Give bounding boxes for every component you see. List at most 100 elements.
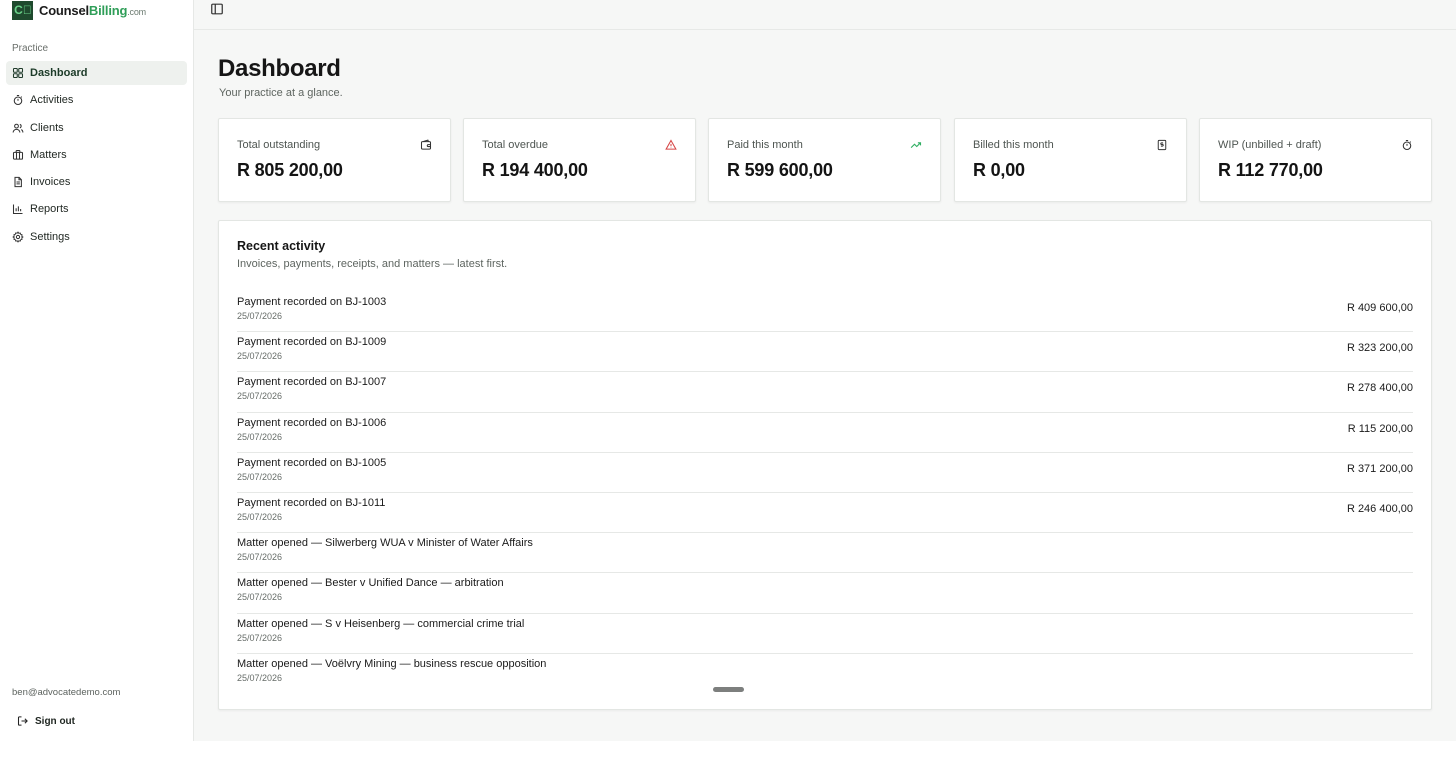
activity-amount: R 278 400,00 [1346, 382, 1413, 395]
log-out-icon [17, 716, 28, 726]
stat-card-total-overdue[interactable]: Total overdue R 194 400,00 [463, 118, 696, 202]
sidebar-item-label: Matters [30, 148, 67, 161]
sidebar-item-settings[interactable]: Settings [6, 225, 187, 249]
activity-title: Matter opened — Voëlvry Mining — busines… [237, 657, 547, 670]
recent-activity-subtitle: Invoices, payments, receipts, and matter… [237, 258, 508, 270]
activity-date: 25/07/2026 [237, 511, 283, 522]
sidebar-item-matters[interactable]: Matters [6, 143, 187, 167]
sidebar-item-label: Dashboard [30, 67, 88, 79]
activity-title: Matter opened — Silwerberg WUA v Ministe… [237, 537, 533, 550]
document-icon [14, 177, 22, 188]
brand-logo[interactable]: C⃫ CounselBilling.com [12, 0, 146, 20]
brand-name-part1: Counsel [39, 2, 89, 18]
stat-value: R 0,00 [973, 160, 1025, 180]
activity-amount: R 409 600,00 [1346, 302, 1413, 314]
sidebar-item-clients[interactable]: Clients [6, 116, 187, 140]
sidebar-nav: Dashboard Activities Clients Matters Inv… [6, 61, 187, 252]
page-title: Dashboard [218, 55, 341, 82]
stat-value: R 805 200,00 [237, 160, 343, 180]
activity-row[interactable]: Matter opened — Bester v Unified Dance —… [237, 573, 1413, 614]
stat-value: R 112 770,00 [1218, 160, 1323, 180]
activity-title: Payment recorded on BJ-1011 [237, 496, 386, 509]
stat-label: Paid this month [727, 139, 803, 151]
stat-card-total-outstanding[interactable]: Total outstanding R 805 200,00 [218, 118, 451, 202]
activity-date: 25/07/2026 [237, 672, 283, 683]
stat-value: R 599 600,00 [727, 160, 833, 180]
activity-amount: R 323 200,00 [1346, 342, 1413, 355]
activity-title: Payment recorded on BJ-1006 [237, 416, 387, 429]
activity-date: 25/07/2026 [237, 592, 283, 603]
stopwatch-icon [1402, 139, 1412, 151]
sidebar-item-label: Activities [30, 94, 74, 107]
user-email: ben@advocatedemo.com [12, 687, 121, 698]
sidebar-toggle-icon[interactable] [210, 2, 224, 16]
sidebar-item-invoices[interactable]: Invoices [6, 170, 187, 194]
activity-row[interactable]: Payment recorded on BJ-1006 25/07/2026 R… [237, 413, 1413, 453]
sidebar-item-label: Clients [30, 121, 64, 134]
activity-title: Matter opened — Bester v Unified Dance —… [237, 577, 504, 590]
stat-card-paid-this-month[interactable]: Paid this month R 599 600,00 [708, 118, 941, 202]
sidebar-item-label: Invoices [30, 176, 71, 189]
activity-date: 25/07/2026 [237, 351, 283, 362]
scroll-handle[interactable] [713, 687, 744, 692]
sign-out-button[interactable]: Sign out [12, 710, 80, 732]
sign-out-label: Sign out [35, 715, 75, 727]
sidebar-item-activities[interactable]: Activities [6, 88, 187, 112]
activity-date: 25/07/2026 [237, 552, 283, 563]
logo-mark: C⃫ [12, 0, 33, 20]
sidebar-item-reports[interactable]: Reports [6, 197, 187, 221]
page-subtitle: Your practice at a glance. [219, 87, 343, 99]
activity-date: 25/07/2026 [237, 632, 283, 643]
top-bar [194, 0, 1456, 30]
activity-row[interactable]: Payment recorded on BJ-1003 25/07/2026 R… [237, 292, 1413, 333]
warning-triangle-icon [665, 139, 677, 150]
activity-amount: R 371 200,00 [1346, 462, 1413, 475]
activity-title: Payment recorded on BJ-1007 [237, 376, 387, 389]
stat-card-wip[interactable]: WIP (unbilled + draft) R 112 770,00 [1199, 118, 1432, 202]
activity-date: 25/07/2026 [237, 431, 283, 442]
sidebar: C⃫ CounselBilling.com Practice Dashboard… [0, 0, 194, 741]
sidebar-item-label: Reports [30, 203, 69, 216]
gear-icon [12, 231, 24, 243]
trending-up-icon [910, 142, 922, 149]
activity-row[interactable]: Payment recorded on BJ-1011 25/07/2026 R… [237, 493, 1413, 534]
activity-row[interactable]: Payment recorded on BJ-1009 25/07/2026 R… [237, 332, 1413, 373]
activity-row[interactable]: Payment recorded on BJ-1007 25/07/2026 R… [237, 372, 1413, 413]
activity-amount: R 246 400,00 [1346, 502, 1413, 515]
users-icon [12, 123, 24, 133]
activity-amount: R 115 200,00 [1347, 422, 1413, 435]
sidebar-item-dashboard[interactable]: Dashboard [6, 61, 187, 85]
main-content: Dashboard Your practice at a glance. Tot… [194, 0, 1456, 741]
activity-title: Payment recorded on BJ-1003 [237, 296, 387, 308]
activity-row[interactable]: Matter opened — Silwerberg WUA v Ministe… [237, 533, 1413, 574]
stat-value: R 194 400,00 [482, 160, 588, 180]
activity-title: Payment recorded on BJ-1005 [237, 456, 387, 469]
nav-group-label: Practice [12, 43, 49, 54]
brand-name: CounselBilling.com [39, 3, 146, 18]
recent-activity-panel: Recent activity Invoices, payments, rece… [218, 220, 1432, 710]
briefcase-icon [12, 149, 24, 160]
activity-title: Matter opened — S v Heisenberg — commerc… [237, 617, 525, 630]
recent-activity-title: Recent activity [237, 239, 326, 253]
activity-row[interactable]: Payment recorded on BJ-1005 25/07/2026 R… [237, 453, 1413, 493]
bar-chart-icon [12, 204, 23, 215]
wallet-icon [420, 139, 432, 150]
brand-name-part2: Billing [88, 2, 128, 18]
stat-label: WIP (unbilled + draft) [1218, 139, 1322, 151]
stat-label: Billed this month [973, 139, 1054, 151]
grid-icon [12, 67, 24, 79]
activity-row[interactable]: Matter opened — S v Heisenberg — commerc… [237, 614, 1413, 654]
brand-name-suffix: .com [127, 6, 146, 17]
activity-date: 25/07/2026 [237, 471, 283, 482]
activity-date: 25/07/2026 [237, 391, 283, 402]
activity-date: 25/07/2026 [237, 311, 283, 321]
stat-label: Total outstanding [237, 139, 321, 151]
sidebar-item-label: Settings [30, 230, 70, 243]
stat-label: Total overdue [482, 139, 549, 151]
stopwatch-icon [13, 95, 23, 106]
activity-title: Payment recorded on BJ-1009 [237, 336, 387, 349]
stat-card-billed-this-month[interactable]: Billed this month R 0,00 [954, 118, 1187, 202]
activity-list: Payment recorded on BJ-1003 25/07/2026 R… [237, 292, 1413, 694]
activity-row[interactable]: Matter opened — Voëlvry Mining — busines… [237, 654, 1413, 694]
invoice-dollar-icon [1157, 139, 1167, 151]
